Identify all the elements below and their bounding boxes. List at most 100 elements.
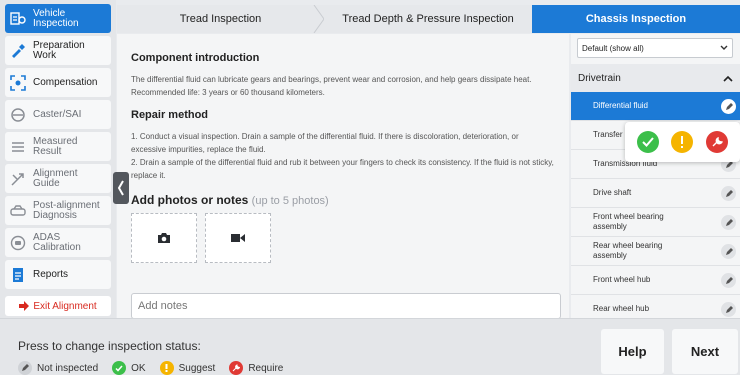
photo-buttons (131, 213, 555, 263)
post-alignment-icon (9, 202, 27, 220)
press-instruction: Press to change inspection status: (18, 339, 201, 353)
exit-alignment-label: Exit Alignment (33, 300, 97, 312)
wrench-icon (229, 361, 244, 375)
pencil-icon[interactable] (721, 186, 736, 201)
preparation-icon (9, 42, 27, 60)
help-button[interactable]: Help (601, 329, 664, 374)
list-item-label: Drive shaft (593, 188, 632, 197)
section-title: Drivetrain (578, 72, 621, 84)
caster-icon (9, 106, 27, 124)
sidebar-item-label: Measured Result (33, 135, 78, 157)
sidebar-item-adas-calibration[interactable]: ADAS Calibration (5, 228, 111, 257)
pencil-icon (18, 361, 32, 375)
intro-text: The differential fluid can lubricate gea… (131, 75, 532, 84)
chevron-up-icon (723, 75, 733, 82)
exclamation-icon (159, 361, 174, 375)
adas-icon (9, 234, 27, 252)
sidebar-item-label: Preparation Work (33, 39, 85, 61)
legend-label: Not inspected (37, 362, 99, 374)
intro-title: Component introduction (131, 52, 260, 64)
compensation-icon (9, 74, 27, 92)
tab-tread-depth-pressure[interactable]: Tread Depth & Pressure Inspection (324, 5, 532, 33)
sidebar-item-label: Post-alignment Diagnosis (33, 199, 100, 221)
sidebar-item-label: Alignment Guide (33, 167, 78, 189)
list-item-label: Rear wheel hub (593, 304, 650, 313)
tab-tread-inspection[interactable]: Tread Inspection (117, 5, 325, 33)
pencil-icon[interactable] (721, 99, 736, 114)
check-icon (642, 137, 654, 147)
list-item-label: Differential fluid (593, 101, 648, 110)
require-status-button[interactable] (705, 131, 728, 153)
add-photo-button[interactable] (131, 213, 197, 263)
sidebar-item-caster-sai[interactable]: Caster/SAI (5, 100, 111, 129)
wrench-icon (712, 136, 723, 147)
sidebar: Vehicle Inspection Preparation Work Comp… (0, 0, 116, 318)
exit-icon (19, 301, 30, 311)
ok-status-button[interactable] (637, 131, 660, 153)
photos-title: Add photos or notes (up to 5 photos) (131, 193, 555, 207)
sidebar-item-alignment-guide[interactable]: Alignment Guide (5, 164, 111, 193)
list-item-label: Transfer (593, 130, 623, 139)
filter-select[interactable]: Default (show all) (577, 38, 733, 58)
chevron-left-icon (117, 180, 124, 196)
check-icon (112, 361, 127, 375)
tab-label: Tread Inspection (179, 13, 262, 25)
sidebar-item-preparation-work[interactable]: Preparation Work (5, 36, 111, 65)
pencil-icon[interactable] (721, 273, 736, 288)
photos-hint: (up to 5 photos) (251, 195, 329, 207)
legend-not-inspected: Not inspected (18, 361, 98, 375)
sidebar-item-label: Vehicle Inspection (33, 7, 79, 29)
collapse-panel-button[interactable] (113, 172, 129, 204)
sidebar-item-label: ADAS Calibration (33, 231, 81, 253)
repair-step-2: 2. Drain a sample of the differential fl… (131, 158, 554, 180)
list-item[interactable]: Front wheel bearing assembly (571, 208, 740, 237)
sidebar-item-label: Compensation (33, 76, 98, 88)
legend-label: OK (131, 362, 146, 374)
status-popover (625, 122, 740, 162)
legend-suggest: Suggest (159, 361, 216, 375)
sidebar-item-vehicle-inspection[interactable]: Vehicle Inspection (5, 4, 111, 33)
sidebar-item-label: Reports (33, 268, 69, 280)
add-video-button[interactable] (205, 213, 271, 263)
section-drivetrain[interactable]: Drivetrain (571, 64, 740, 92)
legend-ok: OK (112, 361, 146, 375)
tab-bar: Tread Inspection Tread Depth & Pressure … (117, 5, 740, 33)
list-item[interactable]: Differential fluid (571, 92, 740, 121)
photos-title-text: Add photos or notes (131, 193, 249, 207)
inspection-detail-panel: Component introduction The differential … (117, 34, 569, 318)
status-legend: Not inspected OK Suggest Require (18, 361, 297, 375)
sidebar-item-measured-result[interactable]: Measured Result (5, 132, 111, 161)
vehicle-inspection-icon (9, 10, 27, 28)
component-list-panel: Default (show all) Drivetrain Differenti… (571, 34, 740, 324)
next-button[interactable]: Next (672, 329, 738, 374)
reports-icon (9, 266, 27, 284)
pencil-icon[interactable] (721, 244, 736, 259)
suggest-status-button[interactable] (671, 131, 694, 153)
tab-label: Chassis Inspection (585, 13, 687, 25)
sidebar-item-post-alignment-diagnosis[interactable]: Post-alignment Diagnosis (5, 196, 111, 225)
filter-value: Default (show all) (582, 44, 644, 53)
list-item[interactable]: Rear wheel bearing assembly (571, 237, 740, 266)
list-item[interactable]: Drive shaft (571, 179, 740, 208)
video-icon (231, 234, 245, 242)
exclamation-icon (681, 136, 684, 148)
exit-alignment-button[interactable]: Exit Alignment (5, 296, 111, 316)
sidebar-item-reports[interactable]: Reports (5, 260, 111, 289)
pencil-icon[interactable] (721, 215, 736, 230)
pencil-icon[interactable] (721, 302, 736, 317)
list-item-label: Rear wheel bearing assembly (593, 241, 663, 260)
life-text: Recommended life: 3 years or 60 thousand… (131, 88, 325, 97)
tab-label: Tread Depth & Pressure Inspection (342, 13, 514, 25)
chevron-down-icon (720, 45, 728, 50)
notes-input[interactable]: Add notes (131, 293, 561, 318)
list-item[interactable]: Front wheel hub (571, 266, 740, 295)
app-window: Vehicle Inspection Preparation Work Comp… (0, 0, 740, 375)
list-item-label: Front wheel bearing assembly (593, 212, 664, 231)
tab-chassis-inspection[interactable]: Chassis Inspection (532, 5, 740, 33)
legend-require: Require (229, 361, 283, 375)
legend-label: Require (248, 362, 284, 374)
camera-icon (158, 233, 170, 243)
legend-label: Suggest (178, 362, 216, 374)
sidebar-item-label: Caster/SAI (33, 108, 82, 120)
sidebar-item-compensation[interactable]: Compensation (5, 68, 111, 97)
